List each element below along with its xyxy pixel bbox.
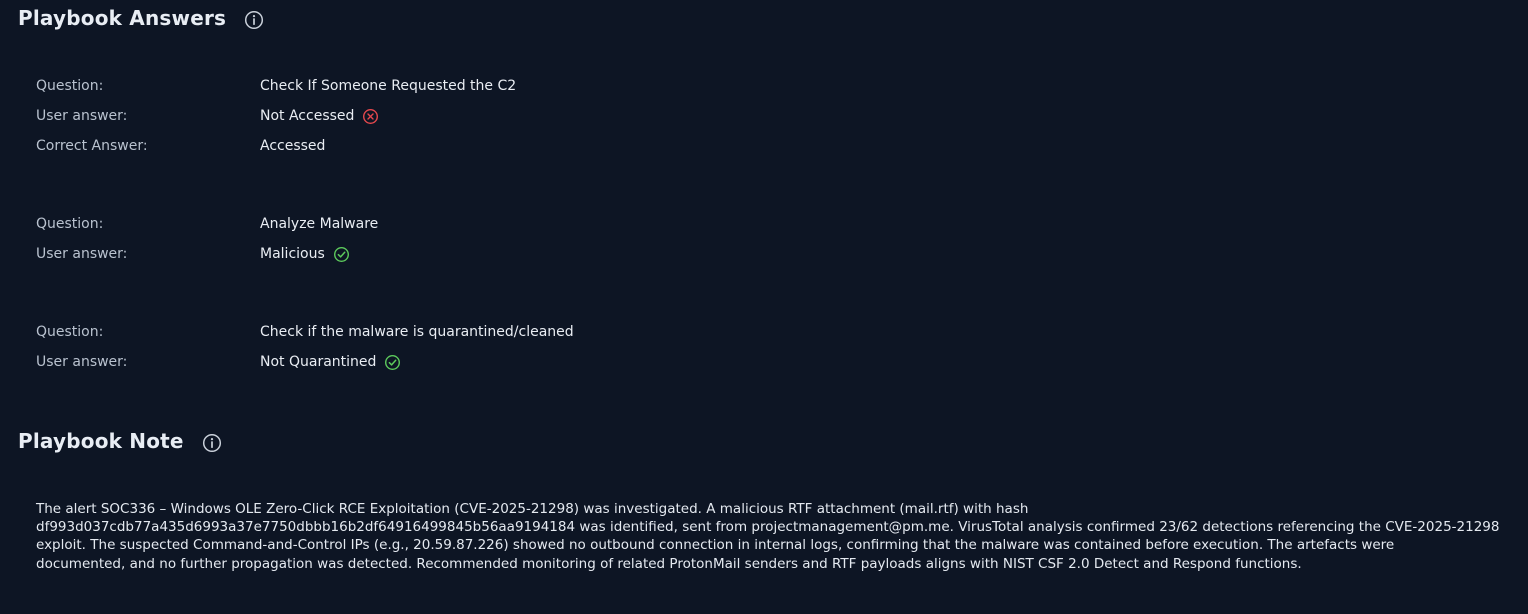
playbook-answers-header: Playbook Answers xyxy=(18,6,264,30)
correct-answer-label: Correct Answer: xyxy=(36,138,148,154)
user-answer-text: Not Accessed xyxy=(260,108,355,124)
user-answer-value: Not Quarantined xyxy=(260,354,401,371)
user-answer-label: User answer: xyxy=(36,246,128,262)
qa-1-user-answer-row: User answer: Not Accessed xyxy=(36,106,379,126)
check-circle-icon xyxy=(333,246,350,263)
qa-3-user-answer-row: User answer: Not Quarantined xyxy=(36,352,401,372)
user-answer-label: User answer: xyxy=(36,108,128,124)
x-circle-icon xyxy=(362,108,379,125)
user-answer-value: Not Accessed xyxy=(260,108,379,125)
info-circle-icon[interactable] xyxy=(202,433,222,453)
qa-1-question-row: Question: Check If Someone Requested the… xyxy=(36,76,516,96)
check-circle-icon xyxy=(384,354,401,371)
question-label: Question: xyxy=(36,78,104,94)
qa-2-question-row: Question: Analyze Malware xyxy=(36,214,378,234)
qa-3-question-row: Question: Check if the malware is quaran… xyxy=(36,322,574,342)
playbook-note-header: Playbook Note xyxy=(18,429,222,453)
question-text: Check If Someone Requested the C2 xyxy=(260,78,517,94)
playbook-note-title: Playbook Note xyxy=(18,429,184,453)
playbook-note-text: The alert SOC336 – Windows OLE Zero-Clic… xyxy=(36,501,1500,572)
qa-2-user-answer-row: User answer: Malicious xyxy=(36,244,350,264)
user-answer-value: Malicious xyxy=(260,246,350,263)
user-answer-label: User answer: xyxy=(36,354,128,370)
correct-answer-text: Accessed xyxy=(260,138,326,154)
playbook-answers-title: Playbook Answers xyxy=(18,6,227,30)
question-text: Analyze Malware xyxy=(260,216,379,232)
user-answer-text: Not Quarantined xyxy=(260,354,377,370)
info-circle-icon[interactable] xyxy=(244,10,264,30)
qa-1-correct-answer-row: Correct Answer: Accessed xyxy=(36,136,325,156)
question-text: Check if the malware is quarantined/clea… xyxy=(260,324,574,340)
user-answer-text: Malicious xyxy=(260,246,325,262)
question-label: Question: xyxy=(36,216,104,232)
question-label: Question: xyxy=(36,324,104,340)
